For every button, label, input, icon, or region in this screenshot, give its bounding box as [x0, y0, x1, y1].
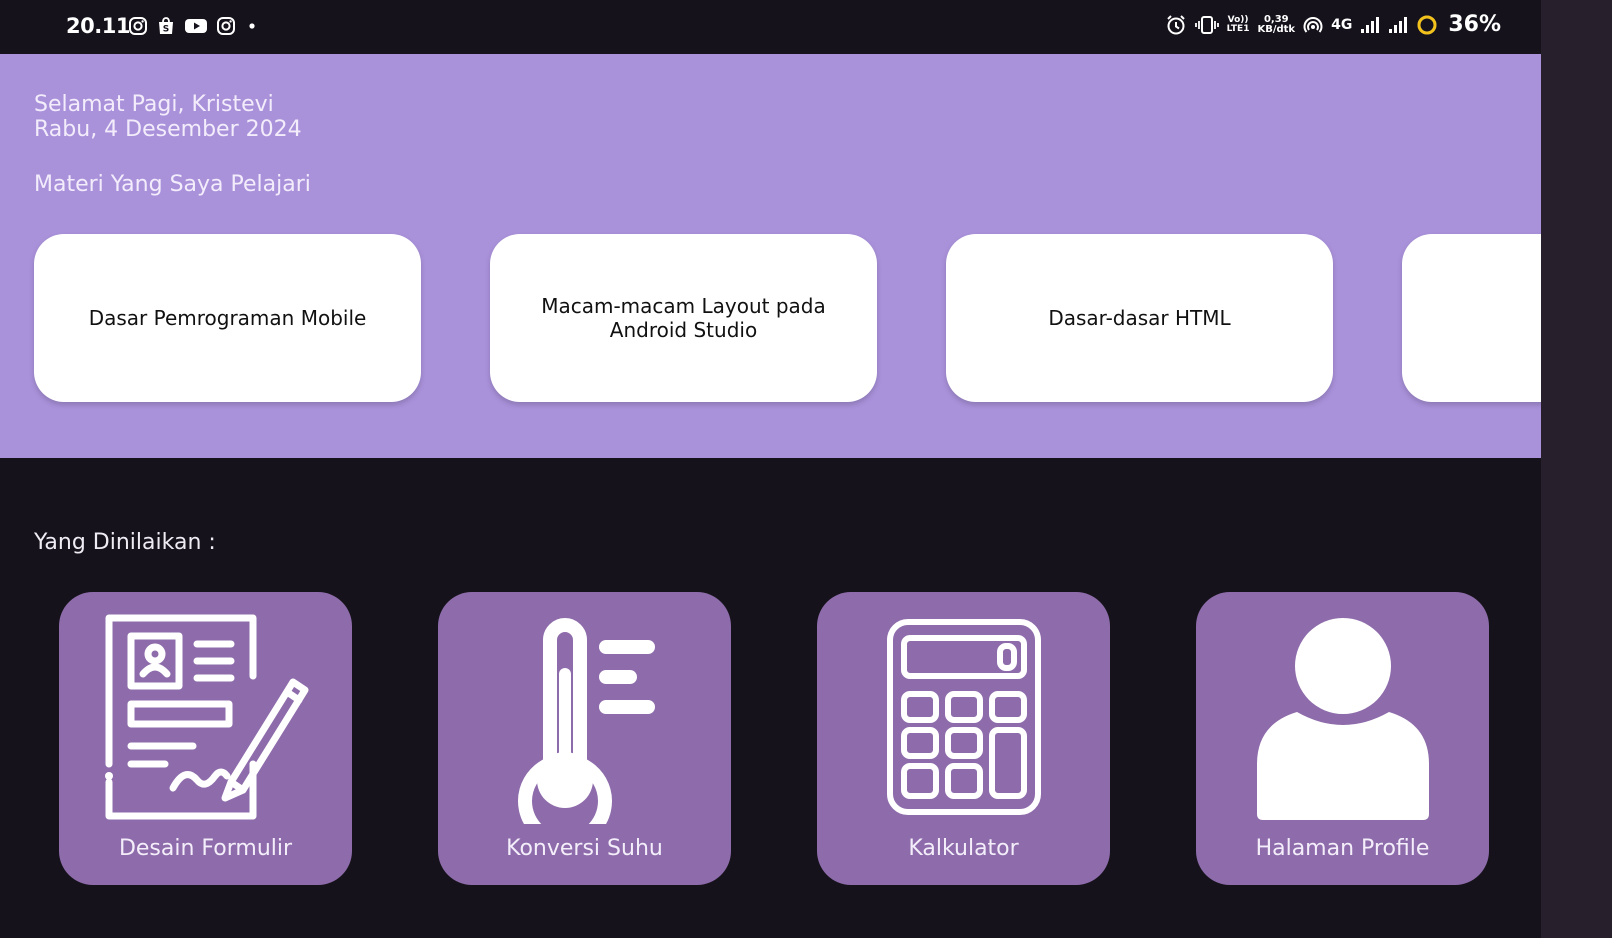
graded-section-title: Yang Dinilaikan :: [34, 530, 216, 555]
app-screen: 20.11 S Vo)) LTE1 0,39 KB/dtk 4G 36% Sel…: [0, 0, 1541, 938]
instagram-icon: [129, 17, 147, 35]
form-icon: [104, 614, 308, 820]
status-time: 20.11: [66, 14, 130, 38]
alarm-icon: [1166, 14, 1185, 34]
date-text: Rabu, 4 Desember 2024: [34, 117, 302, 142]
youtube-icon: [185, 19, 207, 33]
course-card[interactable]: Dasar Pemrograman Mobile: [34, 234, 421, 402]
menu-tile-label: Kalkulator: [908, 836, 1019, 861]
menu-tile-label: Halaman Profile: [1255, 836, 1430, 861]
course-card[interactable]: Macam-macam Layout pada Android Studio: [490, 234, 877, 402]
svg-text:S: S: [163, 25, 169, 35]
hotspot-icon: [1303, 16, 1323, 33]
calculator-icon: [886, 619, 1041, 815]
dot-icon: [249, 23, 255, 29]
battery-ring-icon: [1417, 15, 1437, 34]
course-card-label: Dasar Pemrograman Mobile: [88, 306, 367, 330]
course-card-label: Dasar-dasar HTML: [1048, 306, 1231, 330]
instagram-icon: [217, 17, 235, 35]
signal-icon: [1361, 16, 1380, 33]
network-type: 4G: [1331, 16, 1353, 33]
menu-tile-label: Konversi Suhu: [506, 836, 663, 861]
window-edge: [1541, 0, 1612, 938]
battery-percent: 36%: [1448, 12, 1501, 37]
system-status: Vo)) LTE1 0,39 KB/dtk 4G 36%: [1165, 12, 1501, 37]
shopee-icon: S: [159, 17, 173, 35]
volte-indicator: Vo)) LTE1: [1226, 14, 1250, 34]
course-card[interactable]: [1402, 234, 1541, 402]
menu-tile-kalkulator[interactable]: Kalkulator: [817, 592, 1110, 885]
greeting-text: Selamat Pagi, Kristevi: [34, 92, 274, 117]
materi-section-title: Materi Yang Saya Pelajari: [34, 172, 311, 197]
status-bar: 20.11 S Vo)) LTE1 0,39 KB/dtk 4G 36%: [0, 0, 1541, 54]
menu-tile-konversi-suhu[interactable]: Konversi Suhu: [438, 592, 731, 885]
vibrate-icon: [1194, 15, 1219, 34]
menu-tile-desain-formulir[interactable]: Desain Formulir: [59, 592, 352, 885]
notification-icons: S: [128, 16, 260, 36]
menu-tile-label: Desain Formulir: [118, 836, 293, 861]
thermometer-icon: [517, 618, 655, 824]
menu-tile-halaman-profile[interactable]: Halaman Profile: [1196, 592, 1489, 885]
network-speed: 0,39 KB/dtk: [1257, 13, 1296, 35]
signal-icon: [1389, 16, 1408, 33]
course-card[interactable]: Dasar-dasar HTML: [946, 234, 1333, 402]
header-panel: Selamat Pagi, Kristevi Rabu, 4 Desember …: [0, 54, 1541, 458]
user-icon: [1256, 618, 1429, 820]
course-card-label: Macam-macam Layout pada Android Studio: [541, 294, 826, 342]
